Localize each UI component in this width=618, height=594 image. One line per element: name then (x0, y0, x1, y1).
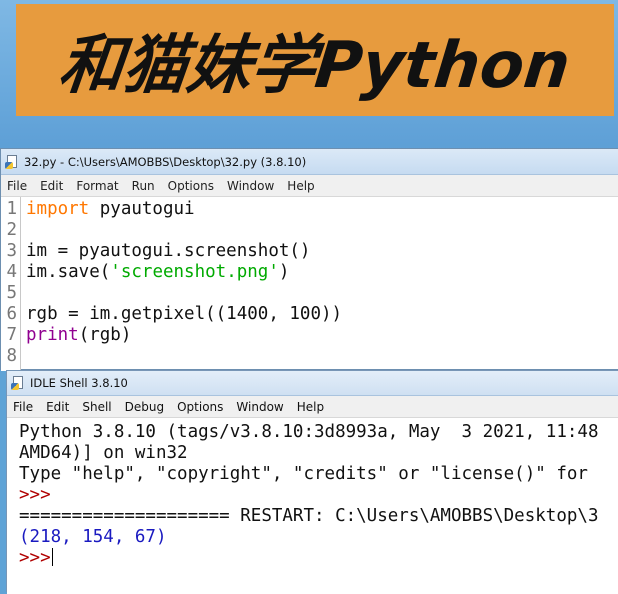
shell-banner-line-2: AMD64)] on win32 (19, 443, 188, 463)
string-literal: 'screenshot.png' (110, 262, 279, 282)
code-line-3: im = pyautogui.screenshot() (26, 241, 311, 261)
menu-window[interactable]: Window (236, 400, 283, 414)
menu-edit[interactable]: Edit (46, 400, 69, 414)
editor-menubar: File Edit Format Run Options Window Help (1, 175, 618, 197)
shell-title: IDLE Shell 3.8.10 (30, 376, 128, 390)
shell-restart-line: ==================== RESTART: C:\Users\A… (19, 506, 599, 526)
editor-window[interactable]: 32.py - C:\Users\AMOBBS\Desktop\32.py (3… (0, 148, 618, 371)
menu-format[interactable]: Format (76, 179, 118, 193)
shell-banner-line-3: Type "help", "copyright", "credits" or "… (19, 464, 588, 484)
menu-file[interactable]: File (7, 179, 27, 193)
line-number: 2 (6, 220, 17, 240)
editor-title: 32.py - C:\Users\AMOBBS\Desktop\32.py (3… (24, 154, 307, 169)
text-cursor (51, 548, 53, 566)
menu-file[interactable]: File (13, 400, 33, 414)
shell-banner-line-1: Python 3.8.10 (tags/v3.8.10:3d8993a, May… (19, 422, 599, 442)
menu-options[interactable]: Options (168, 179, 214, 193)
code-text: ) (278, 262, 290, 282)
code-text: (rgb) (78, 325, 132, 345)
line-number: 6 (6, 304, 17, 324)
menu-window[interactable]: Window (227, 179, 274, 193)
line-number: 1 (6, 199, 17, 219)
python-file-icon (5, 154, 19, 169)
line-number: 5 (6, 283, 17, 303)
menu-debug[interactable]: Debug (125, 400, 164, 414)
menu-help[interactable]: Help (287, 179, 314, 193)
line-number: 4 (6, 262, 17, 282)
code-editor[interactable]: 1 2 3 4 5 6 7 8 import pyautogui im = py… (1, 197, 618, 371)
keyword-import: import (26, 199, 90, 219)
code-text: pyautogui (89, 199, 195, 219)
menu-shell[interactable]: Shell (82, 400, 111, 414)
line-number: 7 (6, 325, 17, 345)
line-number: 8 (6, 346, 17, 366)
code-line-6: rgb = im.getpixel((1400, 100)) (26, 304, 343, 324)
shell-console[interactable]: Python 3.8.10 (tags/v3.8.10:3d8993a, May… (7, 418, 618, 594)
shell-output: (218, 154, 67) (19, 527, 167, 547)
code-text: im.save( (26, 262, 111, 282)
shell-input-line[interactable]: >>> (19, 548, 53, 569)
banner-title: 和猫妹学Python (55, 29, 574, 103)
code-line-4: im.save('screenshot.png') (26, 262, 289, 283)
menu-run[interactable]: Run (132, 179, 155, 193)
python-shell-icon (11, 376, 25, 390)
shell-titlebar[interactable]: IDLE Shell 3.8.10 (7, 371, 618, 396)
code-line-7: print(rgb) (26, 325, 131, 346)
shell-window[interactable]: IDLE Shell 3.8.10 File Edit Shell Debug … (6, 370, 618, 594)
line-number-gutter: 1 2 3 4 5 6 7 8 (1, 197, 21, 371)
menu-edit[interactable]: Edit (40, 179, 63, 193)
menu-options[interactable]: Options (177, 400, 223, 414)
menu-help[interactable]: Help (297, 400, 324, 414)
line-number: 3 (6, 241, 17, 261)
code-line-1: import pyautogui (26, 199, 195, 220)
banner: 和猫妹学Python (16, 4, 614, 116)
editor-titlebar[interactable]: 32.py - C:\Users\AMOBBS\Desktop\32.py (3… (1, 149, 618, 175)
shell-prompt: >>> (19, 548, 51, 568)
shell-prompt: >>> (19, 485, 51, 505)
shell-menubar: File Edit Shell Debug Options Window Hel… (7, 396, 618, 418)
builtin-print: print (26, 325, 79, 345)
